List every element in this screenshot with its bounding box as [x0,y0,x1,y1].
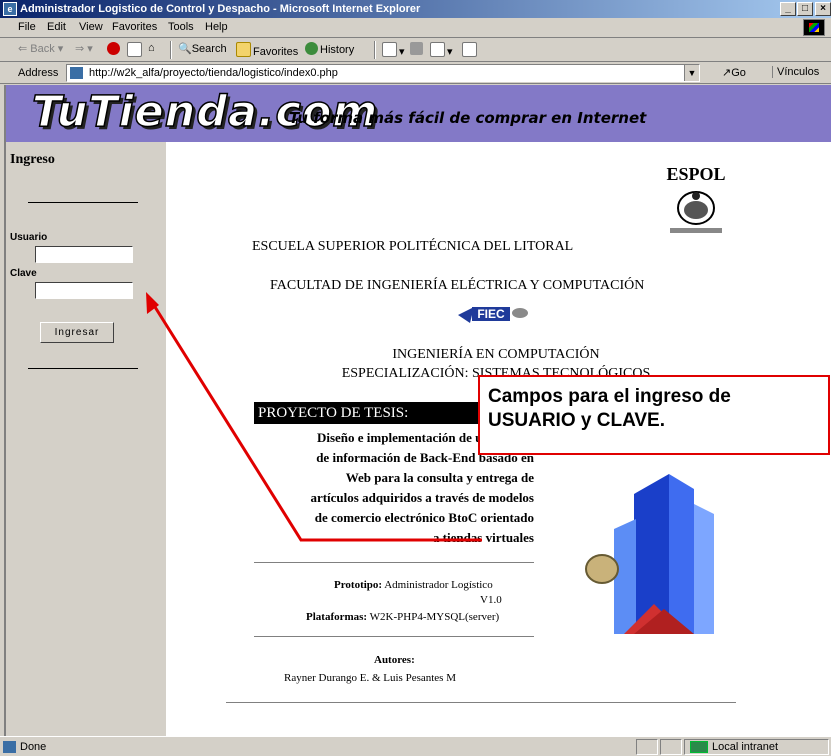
svg-text:FIEC: FIEC [477,307,505,321]
page-status-icon [3,741,16,753]
history-button[interactable]: History [305,42,354,56]
ie-throbber-logo [803,19,825,36]
thesis-text-line: a tiendas virtuales [432,530,534,545]
address-input[interactable]: http://w2k_alfa/proyecto/tienda/logistic… [66,64,700,82]
career-title: INGENIERÍA EN COMPUTACIÓN [392,347,600,362]
stop-icon [107,42,120,55]
username-input[interactable] [35,246,133,263]
back-arrow-icon: ⇐ [18,43,31,55]
divider [28,202,138,203]
search-button[interactable]: 🔍Search [178,42,227,55]
address-bar: Address http://w2k_alfa/proyecto/tienda/… [0,62,831,84]
page-icon [70,67,83,79]
divider [254,636,534,638]
home-button[interactable]: ⌂ [148,42,155,54]
callout-line-2: USUARIO y CLAVE. [488,410,666,431]
refresh-icon [127,42,142,57]
discuss-button[interactable] [462,42,479,58]
security-zone: Local intranet [712,741,779,753]
history-icon [305,42,318,55]
divider [226,702,736,704]
address-label: Address [18,67,59,79]
site-banner: TuTienda.com Tu forma más fácil de compr… [6,85,831,142]
login-title: Ingreso [10,152,55,167]
minimize-button[interactable]: _ [780,2,796,16]
maximize-button[interactable]: □ [797,2,813,16]
university-name: ESCUELA SUPERIOR POLITÉCNICA DEL LITORAL [252,239,574,254]
favorites-icon [236,42,251,57]
refresh-button[interactable] [127,42,144,58]
menu-help[interactable]: Help [205,21,228,33]
edit-icon [430,42,445,57]
annotation-callout: Campos para el ingreso de USUARIO y CLAV… [478,375,830,455]
thesis-text-line: Web para la consulta y entrega de [345,470,534,485]
faculty-name: FACULTAD DE INGENIERÍA ELÉCTRICA Y COMPU… [270,278,645,293]
callout-line-1: Campos para el ingreso de [488,386,731,407]
authors-names: Rayner Durango E. & Luis Pesantes M [284,672,456,684]
menu-view[interactable]: View [79,21,103,33]
mail-button[interactable]: ▾ [382,42,405,58]
print-button[interactable] [410,42,425,56]
buildings-illustration [585,474,714,634]
print-icon [410,42,423,55]
prototype-info: Prototipo: Administrador Logístico [334,579,493,591]
espol-logo: ESPOL [666,164,726,233]
password-label: Clave [10,268,37,279]
forward-button[interactable]: ⇒ ▾ [75,42,93,55]
status-cell [660,739,682,755]
toolbar-separator [374,41,376,59]
address-url: http://w2k_alfa/proyecto/tienda/logistic… [89,67,338,79]
divider [28,368,138,369]
search-icon: 🔍 [178,43,192,55]
login-sidebar: Ingreso Usuario Clave Ingresar [6,142,166,736]
mail-icon [382,42,397,57]
close-button[interactable]: × [815,2,831,16]
username-label: Usuario [10,232,48,243]
login-button[interactable]: Ingresar [40,322,114,343]
thesis-text-line: de comercio electrónico BtoC orientado [314,510,534,525]
svg-text:ESPOL: ESPOL [666,164,725,184]
links-button[interactable]: Vínculos [772,66,819,78]
status-text: Done [20,741,47,753]
go-button[interactable]: ↗Go [722,66,746,79]
edit-button[interactable]: ▾ [430,42,453,58]
stop-button[interactable] [107,42,122,56]
forward-arrow-icon: ⇒ [75,43,85,55]
fiec-logo: FIEC [458,307,528,323]
status-cell [636,739,658,755]
divider [254,562,534,564]
menu-edit[interactable]: Edit [47,21,66,33]
version-info: V1.0 [480,594,502,606]
standard-toolbar: ⇐ Back ▾ ⇒ ▾ ⌂ 🔍Search Favorites History… [0,38,831,62]
thesis-text-line: artículos adquiridos a través de modelos [310,490,534,505]
status-bar: Done Local intranet [0,736,831,756]
menu-favorites[interactable]: Favorites [112,21,157,33]
ie-app-icon[interactable]: e [3,2,17,16]
menu-file[interactable]: File [18,21,36,33]
menu-bar: File Edit View Favorites Tools Help [0,18,831,38]
authors-label: Autores: [374,654,415,666]
password-input[interactable] [35,282,133,299]
menu-tools[interactable]: Tools [168,21,194,33]
home-icon: ⌂ [148,42,155,54]
back-button[interactable]: ⇐ Back ▾ [18,42,63,55]
window-title: Administrador Logistico de Control y Des… [20,3,421,15]
discuss-icon [462,42,477,57]
window-title-bar: e Administrador Logistico de Control y D… [0,0,831,18]
site-tagline: Tu forma más fácil de comprar en Interne… [289,109,647,127]
toolbar-separator [170,41,172,59]
platforms-info: Plataformas: W2K-PHP4-MYSQL(server) [306,611,500,623]
local-intranet-icon [690,741,708,753]
go-arrow-icon: ↗ [722,67,732,79]
favorites-button[interactable]: Favorites [236,42,298,58]
address-dropdown-icon[interactable]: ▼ [684,65,699,81]
